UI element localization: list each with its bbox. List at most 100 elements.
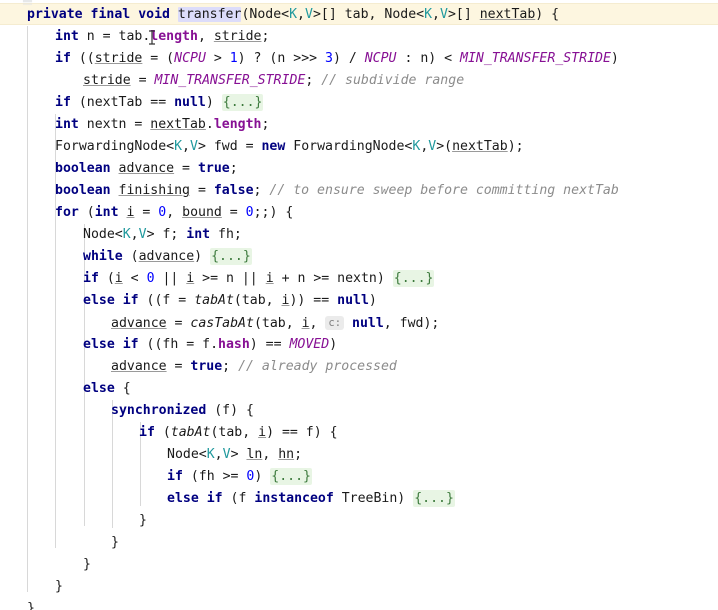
code-token: int bbox=[186, 227, 211, 242]
code-token: ;;) { bbox=[253, 205, 294, 220]
code-token: 0 bbox=[245, 205, 254, 220]
code-token: else bbox=[83, 293, 115, 308]
code-token: advance bbox=[111, 316, 167, 331]
code-line[interactable]: while (advance) {...} bbox=[0, 246, 718, 268]
code-line[interactable]: advance = casTabAt(tab, i, c: null, fwd)… bbox=[0, 312, 718, 334]
code-token: boolean bbox=[55, 183, 111, 198]
code-line[interactable]: else if (f instanceof TreeBin) {...} bbox=[0, 488, 718, 510]
folded-region[interactable]: {...} bbox=[392, 270, 435, 287]
code-line[interactable]: Node<K,V> f; int fh; bbox=[0, 224, 718, 246]
code-token: ; bbox=[229, 161, 238, 176]
code-token: ( bbox=[154, 425, 171, 440]
code-token: ); bbox=[507, 139, 524, 154]
code-line[interactable]: if ((stride = (NCPU > 1) ? (n >>> 3) / N… bbox=[0, 48, 718, 70]
code-token: ( bbox=[122, 249, 139, 264]
code-line[interactable]: synchronized (f) { bbox=[0, 400, 718, 422]
code-token: TreeBin) bbox=[333, 491, 414, 506]
code-token: , bbox=[166, 205, 183, 220]
code-token: for bbox=[55, 205, 79, 220]
code-line[interactable]: else if ((f = tabAt(tab, i)) == null) bbox=[0, 290, 718, 312]
folded-region[interactable]: {...} bbox=[413, 490, 455, 507]
code-token: } bbox=[111, 535, 119, 550]
code-line[interactable]: Node<K,V> ln, hn; bbox=[0, 444, 718, 466]
code-token: i bbox=[258, 425, 267, 440]
code-token: NCPU bbox=[174, 51, 206, 66]
code-token: ; bbox=[294, 447, 303, 462]
folded-region[interactable]: {...} bbox=[270, 468, 312, 485]
code-token: } bbox=[27, 601, 35, 610]
code-token: ( bbox=[98, 271, 115, 286]
code-token: } bbox=[139, 513, 147, 528]
code-token: 0 bbox=[146, 271, 155, 286]
code-token: = bbox=[221, 205, 246, 220]
code-token: tabAt bbox=[170, 425, 211, 440]
code-line[interactable]: else if ((fh = f.hash) == MOVED) bbox=[0, 334, 718, 356]
identifier-under-caret[interactable]: transfer bbox=[177, 7, 242, 22]
code-line[interactable]: if (nextTab == null) {...} bbox=[0, 92, 718, 114]
code-token: ) == bbox=[249, 337, 290, 352]
code-token: )) == bbox=[289, 293, 338, 308]
code-token: boolean bbox=[55, 161, 111, 176]
code-line[interactable]: stride = MIN_TRANSFER_STRIDE; // subdivi… bbox=[0, 70, 718, 92]
code-comment: // already processed bbox=[238, 359, 397, 374]
code-token: null bbox=[352, 316, 384, 331]
code-line[interactable]: } bbox=[0, 598, 718, 610]
code-line[interactable]: } bbox=[0, 532, 718, 554]
code-line[interactable]: boolean finishing = false; // to ensure … bbox=[0, 180, 718, 202]
code-line[interactable]: if (i < 0 || i >= n || i + n >= nextn) {… bbox=[0, 268, 718, 290]
code-line[interactable]: int nextn = nextTab.length; bbox=[0, 114, 718, 136]
code-line[interactable]: ForwardingNode<K,V> fwd = new Forwarding… bbox=[0, 136, 718, 158]
code-token: >( bbox=[436, 139, 453, 154]
code-token: (nextTab == bbox=[70, 95, 175, 110]
code-token: synchronized bbox=[111, 403, 207, 418]
code-token: ) bbox=[610, 51, 619, 66]
code-token: } bbox=[83, 557, 91, 572]
code-line[interactable]: advance = true; // already processed bbox=[0, 356, 718, 378]
folded-region[interactable]: {...} bbox=[221, 94, 264, 111]
code-token: : n) < bbox=[396, 51, 461, 66]
code-token: advance bbox=[111, 359, 167, 374]
code-token: V bbox=[190, 139, 198, 154]
code-token: < bbox=[122, 271, 147, 286]
code-line[interactable]: } bbox=[0, 576, 718, 598]
code-token: = ( bbox=[142, 51, 175, 66]
code-line[interactable]: if (tabAt(tab, i) == f) { bbox=[0, 422, 718, 444]
code-token: ) == f) { bbox=[266, 425, 338, 440]
code-line[interactable]: boolean advance = true; bbox=[0, 158, 718, 180]
code-line[interactable]: for (int i = 0, bound = 0;;) { bbox=[0, 202, 718, 224]
code-line[interactable]: if (fh >= 0) {...} bbox=[0, 466, 718, 488]
code-token: hash bbox=[218, 337, 250, 352]
code-token: null bbox=[337, 293, 369, 308]
code-token: ForwardingNode< bbox=[285, 139, 413, 154]
code-line[interactable]: private final void transfer(Node<K,V>[] … bbox=[0, 4, 718, 26]
code-token: = bbox=[134, 205, 159, 220]
code-token: length bbox=[150, 29, 198, 44]
code-token: ) bbox=[205, 95, 222, 110]
code-editor[interactable]: private final void transfer(Node<K,V>[] … bbox=[0, 0, 718, 610]
code-token: , fwd); bbox=[383, 316, 440, 331]
code-token: ( bbox=[78, 205, 95, 220]
code-token: Node< bbox=[167, 447, 207, 462]
code-token: if bbox=[206, 491, 223, 506]
inlay-parameter-hint: c: bbox=[325, 316, 345, 330]
code-line[interactable]: } bbox=[0, 510, 718, 532]
code-token: true bbox=[190, 359, 223, 374]
code-line[interactable]: else { bbox=[0, 378, 718, 400]
code-token: if bbox=[139, 425, 155, 440]
code-line[interactable]: } bbox=[0, 554, 718, 576]
code-token: = bbox=[130, 73, 155, 88]
code-token: if bbox=[83, 271, 99, 286]
code-content[interactable]: private final void transfer(Node<K,V>[] … bbox=[0, 4, 718, 610]
code-token: ) bbox=[194, 249, 211, 264]
code-token: ; bbox=[261, 117, 270, 132]
code-line[interactable]: int n = tab.length, stride; bbox=[0, 26, 718, 48]
code-token: (tab, bbox=[210, 425, 259, 440]
folded-region[interactable]: {...} bbox=[210, 248, 252, 265]
code-token: nextTab bbox=[150, 117, 206, 132]
code-token: , bbox=[309, 316, 326, 331]
code-token: MOVED bbox=[289, 337, 330, 352]
code-token: advance bbox=[118, 161, 175, 176]
code-token: private bbox=[27, 7, 83, 22]
